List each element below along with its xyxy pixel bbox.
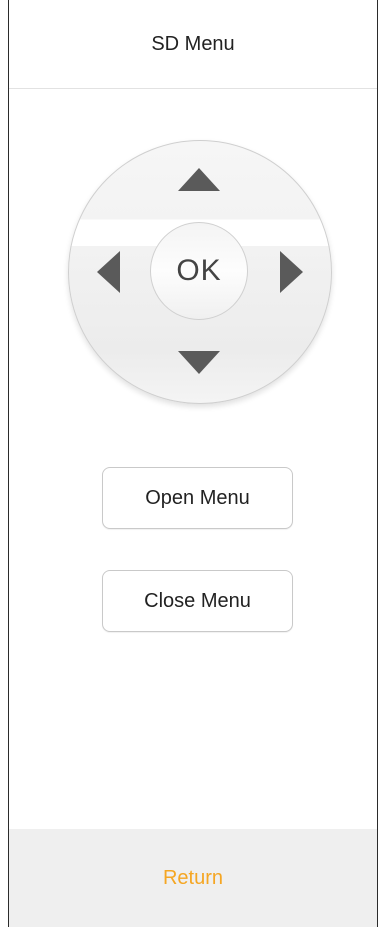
arrow-left-icon[interactable]	[97, 251, 120, 293]
header: SD Menu	[9, 0, 377, 89]
sd-menu-panel: SD Menu OK Open Menu Close Menu Return	[8, 0, 378, 927]
arrow-up-icon[interactable]	[178, 168, 220, 191]
return-button[interactable]: Return	[163, 867, 223, 890]
arrow-down-icon[interactable]	[178, 351, 220, 374]
page-title: SD Menu	[151, 32, 235, 55]
direction-pad: OK	[68, 140, 332, 404]
footer-bar: Return	[9, 829, 377, 927]
ok-button[interactable]: OK	[150, 222, 248, 320]
close-menu-button[interactable]: Close Menu	[102, 570, 293, 632]
open-menu-button[interactable]: Open Menu	[102, 467, 293, 529]
arrow-right-icon[interactable]	[280, 251, 303, 293]
